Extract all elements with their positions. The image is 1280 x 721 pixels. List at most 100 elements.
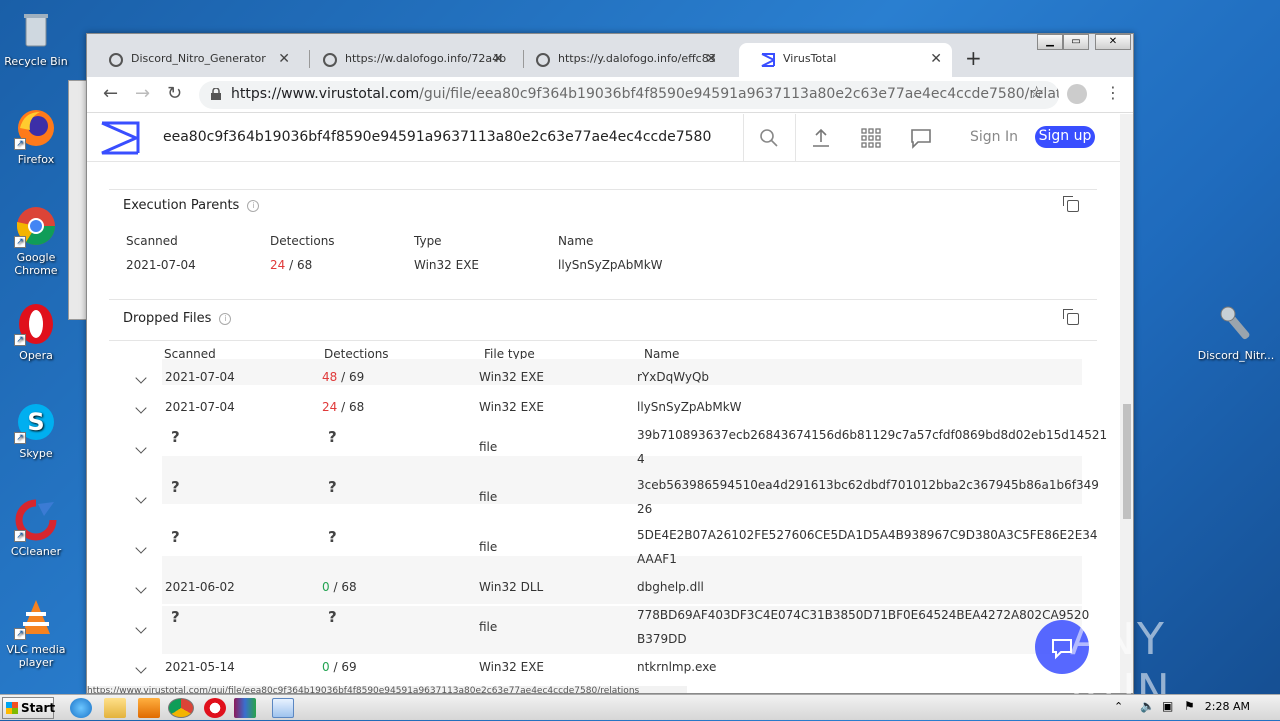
desktop-icon-ccleaner[interactable]: ↗ CCleaner [0, 498, 72, 558]
new-tab-button[interactable]: + [965, 46, 982, 70]
search-icon[interactable] [757, 126, 781, 150]
file-name[interactable]: rYxDqWyQb [637, 370, 709, 384]
desktop-icon-label: Google Chrome [14, 251, 58, 277]
forward-button[interactable]: → [135, 83, 150, 104]
chevron-down-icon[interactable] [135, 492, 147, 504]
detections: 0 / 68 [322, 580, 357, 594]
flag-icon[interactable]: ⚑ [1184, 699, 1195, 713]
tab-virustotal[interactable]: VirusTotal ✕ [739, 43, 952, 77]
table-row[interactable] [162, 359, 1082, 385]
chevron-down-icon[interactable] [135, 662, 147, 674]
info-icon[interactable]: i [219, 312, 232, 325]
shortcut-arrow-icon: ↗ [14, 138, 26, 150]
file-name[interactable]: dbghelp.dll [637, 580, 704, 594]
page-scrollbar[interactable] [1120, 114, 1133, 693]
execution-parents-title: Execution Parents i [123, 198, 260, 213]
chrome-taskbar-icon[interactable] [168, 698, 194, 718]
explorer-icon[interactable] [104, 698, 126, 718]
file-name[interactable]: llySnSyZpAbMkW [637, 400, 742, 414]
desktop-icon-label: Skype [19, 447, 53, 460]
back-button[interactable]: ← [103, 83, 118, 104]
scanned-unknown: ? [171, 478, 180, 496]
dropped-files-title: Dropped Files i [123, 311, 232, 326]
file-hash-cont: AAAF1 [637, 552, 677, 566]
apps-grid-icon[interactable] [859, 126, 883, 150]
tab-strip: Discord_Nitro_Generator ✕ https://w.dalo… [87, 34, 1133, 77]
close-window-button[interactable]: ✕ [1095, 34, 1131, 50]
url-path: /gui/file/eea80c9f364b19036bf4f8590e9459… [419, 86, 1059, 102]
ie-icon[interactable] [70, 698, 92, 718]
opera-icon: ↗ [14, 302, 58, 346]
close-icon[interactable]: ✕ [278, 51, 290, 67]
col-header-name: Name [558, 234, 594, 248]
section-divider [109, 299, 1097, 300]
reload-button[interactable]: ↻ [167, 83, 182, 104]
chevron-down-icon[interactable] [135, 622, 147, 634]
chevron-down-icon[interactable] [135, 372, 147, 384]
chat-icon[interactable] [909, 126, 933, 150]
opera-taskbar-icon[interactable] [204, 698, 226, 718]
detection-count: 24 [270, 258, 286, 272]
tab-title: https://y.dalofogo.info/effc83 [558, 52, 716, 65]
sign-up-button[interactable]: Sign up [1035, 126, 1095, 148]
section-title-text: Execution Parents [123, 198, 240, 213]
media-player-icon[interactable] [138, 698, 160, 718]
winrar-icon[interactable] [234, 698, 256, 718]
chevron-down-icon[interactable] [135, 442, 147, 454]
detection-count: 0 [322, 580, 330, 594]
desktop-icon-vlc[interactable]: ↗ VLC media player [0, 596, 72, 669]
table-row[interactable] [162, 556, 1082, 604]
virustotal-page: eea80c9f364b19036bf4f8590e94591a9637113a… [87, 114, 1120, 693]
network-icon[interactable]: ▣ [1162, 699, 1173, 713]
file-hash[interactable]: 778BD69AF403DF3C4E074C31B3850D71BF0E6452… [637, 608, 1089, 622]
info-icon[interactable]: i [247, 199, 260, 212]
chevron-down-icon[interactable] [135, 582, 147, 594]
virustotal-icon [761, 53, 777, 67]
desktop-icon-chrome[interactable]: ↗ Google Chrome [0, 204, 72, 277]
status-bar-url: https://www.virustotal.com/gui/file/eea8… [87, 686, 687, 693]
chevron-down-icon[interactable] [135, 402, 147, 414]
file-name[interactable]: llySnSyZpAbMkW [558, 258, 663, 272]
start-button[interactable]: Start [2, 697, 55, 719]
copy-icon[interactable] [1063, 309, 1079, 325]
file-hash[interactable]: 5DE4E2B07A26102FE527606CE5DA1D5A4B938967… [637, 528, 1098, 542]
desktop-icon-recycle-bin[interactable]: Recycle Bin [0, 8, 72, 68]
close-icon[interactable]: ✕ [930, 51, 942, 67]
browser-toolbar: ← → ↻ https://www.virustotal.com/gui/fil… [87, 77, 1133, 113]
notepad-icon[interactable] [272, 698, 294, 718]
bookmark-star-icon[interactable]: ☆ [1029, 83, 1044, 103]
section-title-text: Dropped Files [123, 311, 212, 326]
file-name[interactable]: ntkrnlmp.exe [637, 660, 716, 674]
clock[interactable]: 2:28 AM [1205, 700, 1250, 713]
header-divider [795, 114, 796, 162]
desktop-icon-opera[interactable]: ↗ Opera [0, 302, 72, 362]
tab-dalofogo-w[interactable]: https://w.dalofogo.info/72a4b ✕ [301, 43, 514, 77]
desktop-icon-discord-nitro[interactable]: Discord_Nitr... [1197, 302, 1275, 362]
sign-in-link[interactable]: Sign In [970, 129, 1018, 145]
chrome-icon: ↗ [14, 204, 58, 248]
tray-expand-icon[interactable]: ⌃ [1114, 700, 1123, 713]
vt-search-input[interactable]: eea80c9f364b19036bf4f8590e94591a9637113a… [163, 129, 711, 145]
menu-kebab-icon[interactable]: ⋮ [1105, 83, 1121, 102]
chevron-down-icon[interactable] [135, 542, 147, 554]
close-icon[interactable]: ✕ [492, 51, 504, 67]
desktop-icon-firefox[interactable]: ↗ Firefox [0, 106, 72, 166]
file-type: Win32 EXE [479, 370, 545, 384]
maximize-button[interactable]: ▭ [1063, 34, 1089, 50]
tab-discord-nitro[interactable]: Discord_Nitro_Generator ✕ [87, 43, 300, 77]
desktop-icon-skype[interactable]: S ↗ Skype [0, 400, 72, 460]
scrollbar-thumb[interactable] [1123, 404, 1131, 519]
address-bar[interactable]: https://www.virustotal.com/gui/file/eea8… [199, 81, 1059, 109]
tab-dalofogo-y[interactable]: https://y.dalofogo.info/effc83 ✕ [514, 43, 727, 77]
profile-avatar[interactable] [1067, 84, 1087, 104]
close-icon[interactable]: ✕ [705, 51, 717, 67]
col-header-detections: Detections [270, 234, 335, 248]
skype-icon: S ↗ [14, 400, 58, 444]
minimize-button[interactable]: ▁ [1037, 34, 1063, 50]
file-hash[interactable]: 3ceb563986594510ea4d291613bc62dbdf701012… [637, 478, 1099, 492]
virustotal-logo-icon[interactable] [100, 121, 140, 155]
upload-icon[interactable] [809, 126, 833, 150]
speaker-icon[interactable]: 🔈 [1140, 699, 1155, 713]
file-hash[interactable]: 39b710893637ecb26843674156d6b81129c7a57c… [637, 428, 1107, 442]
copy-icon[interactable] [1063, 196, 1079, 212]
